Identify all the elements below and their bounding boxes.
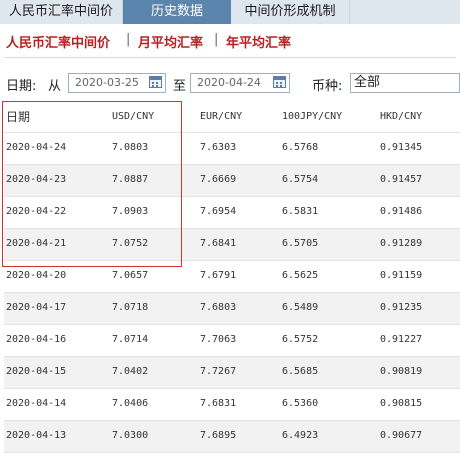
table-row: 2020-04-17 7.0718 7.6803 6.5489 0.91235 bbox=[4, 293, 460, 325]
subnav-rmb-midpoint[interactable]: 人民币汇率中间价 bbox=[6, 32, 110, 51]
cell-eur-cny: 7.6303 bbox=[200, 142, 237, 153]
subnav-separator: | bbox=[214, 32, 219, 47]
cell-100jpy-cny: 6.5752 bbox=[282, 334, 319, 345]
cell-100jpy-cny: 6.5685 bbox=[282, 366, 319, 377]
cell-eur-cny: 7.6841 bbox=[200, 238, 237, 249]
cell-usd-cny: 7.0887 bbox=[112, 174, 149, 185]
cell-hkd-cny: 0.91289 bbox=[380, 238, 423, 249]
cell-date: 2020-04-20 bbox=[6, 270, 67, 281]
currency-label: 币种: bbox=[312, 79, 343, 94]
tab-history-data[interactable]: 历史数据 bbox=[123, 0, 231, 24]
cell-hkd-cny: 0.90815 bbox=[380, 398, 423, 409]
cell-eur-cny: 7.6669 bbox=[200, 174, 237, 185]
currency-select[interactable]: 全部 bbox=[350, 73, 460, 93]
table-body: 2020-04-24 7.0803 7.6303 6.5768 0.91345 2020-… bbox=[4, 133, 460, 453]
table-row: 2020-04-21 7.0752 7.6841 6.5705 0.91289 bbox=[4, 229, 460, 261]
subnav-separator: | bbox=[126, 32, 131, 47]
cell-eur-cny: 7.6791 bbox=[200, 270, 237, 281]
cell-hkd-cny: 0.91159 bbox=[380, 270, 423, 281]
cell-100jpy-cny: 6.5768 bbox=[282, 142, 319, 153]
table-row: 2020-04-15 7.0402 7.7267 6.5685 0.90819 bbox=[4, 357, 460, 389]
cell-100jpy-cny: 6.5489 bbox=[282, 302, 319, 313]
cell-usd-cny: 7.0803 bbox=[112, 142, 149, 153]
cell-hkd-cny: 0.90677 bbox=[380, 430, 423, 441]
table-row: 2020-04-16 7.0714 7.7063 6.5752 0.91227 bbox=[4, 325, 460, 357]
tab-midpoint-mechanism[interactable]: 中间价形成机制 bbox=[231, 0, 349, 24]
tab-bar: 人民币汇率中间价 历史数据 中间价形成机制 bbox=[0, 0, 460, 24]
cell-100jpy-cny: 6.5831 bbox=[282, 206, 319, 217]
cell-date: 2020-04-21 bbox=[6, 238, 67, 249]
header-100jpy-cny: 100JPY/CNY bbox=[282, 111, 343, 122]
subnav-monthly-average[interactable]: 月平均汇率 bbox=[138, 32, 203, 51]
cell-date: 2020-04-22 bbox=[6, 206, 67, 217]
cell-date: 2020-04-14 bbox=[6, 398, 67, 409]
cell-100jpy-cny: 6.5754 bbox=[282, 174, 319, 185]
exchange-rate-table: 日期 USD/CNY EUR/CNY 100JPY/CNY HKD/CNY 20… bbox=[4, 102, 460, 453]
cell-eur-cny: 7.6831 bbox=[200, 398, 237, 409]
header-hkd-cny: HKD/CNY bbox=[380, 111, 423, 122]
tab-divider bbox=[349, 0, 350, 24]
cell-eur-cny: 7.7063 bbox=[200, 334, 237, 345]
calendar-icon[interactable] bbox=[149, 76, 162, 88]
cell-hkd-cny: 0.91486 bbox=[380, 206, 423, 217]
subnav-divider bbox=[4, 57, 456, 58]
cell-hkd-cny: 0.90819 bbox=[380, 366, 423, 377]
cell-date: 2020-04-24 bbox=[6, 142, 67, 153]
from-label: 从 bbox=[48, 79, 62, 94]
cell-hkd-cny: 0.91457 bbox=[380, 174, 423, 185]
cell-date: 2020-04-13 bbox=[6, 430, 67, 441]
cell-hkd-cny: 0.91235 bbox=[380, 302, 423, 313]
cell-date: 2020-04-23 bbox=[6, 174, 67, 185]
cell-100jpy-cny: 6.5705 bbox=[282, 238, 319, 249]
cell-100jpy-cny: 6.5360 bbox=[282, 398, 319, 409]
cell-eur-cny: 7.6895 bbox=[200, 430, 237, 441]
cell-eur-cny: 7.7267 bbox=[200, 366, 237, 377]
cell-usd-cny: 7.0402 bbox=[112, 366, 149, 377]
cell-eur-cny: 7.6954 bbox=[200, 206, 237, 217]
table-row: 2020-04-13 7.0300 7.6895 6.4923 0.90677 bbox=[4, 421, 460, 453]
cell-100jpy-cny: 6.5625 bbox=[282, 270, 319, 281]
table-row: 2020-04-24 7.0803 7.6303 6.5768 0.91345 bbox=[4, 133, 460, 165]
table-row: 2020-04-23 7.0887 7.6669 6.5754 0.91457 bbox=[4, 165, 460, 197]
table-row: 2020-04-22 7.0903 7.6954 6.5831 0.91486 bbox=[4, 197, 460, 229]
cell-usd-cny: 7.0657 bbox=[112, 270, 149, 281]
header-date: 日期 bbox=[6, 110, 31, 124]
table-row: 2020-04-20 7.0657 7.6791 6.5625 0.91159 bbox=[4, 261, 460, 293]
calendar-icon[interactable] bbox=[273, 76, 286, 88]
tab-rmb-midpoint[interactable]: 人民币汇率中间价 bbox=[0, 0, 122, 24]
cell-date: 2020-04-15 bbox=[6, 366, 67, 377]
sub-navigation: 人民币汇率中间价 | 月平均汇率 | 年平均汇率 bbox=[0, 30, 460, 54]
to-label: 至 bbox=[173, 79, 187, 94]
cell-hkd-cny: 0.91345 bbox=[380, 142, 423, 153]
cell-date: 2020-04-17 bbox=[6, 302, 67, 313]
cell-hkd-cny: 0.91227 bbox=[380, 334, 423, 345]
cell-usd-cny: 7.0718 bbox=[112, 302, 149, 313]
cell-usd-cny: 7.0714 bbox=[112, 334, 149, 345]
date-label: 日期: bbox=[6, 79, 37, 94]
cell-usd-cny: 7.0903 bbox=[112, 206, 149, 217]
table-header-row: 日期 USD/CNY EUR/CNY 100JPY/CNY HKD/CNY bbox=[4, 102, 460, 133]
subnav-yearly-average[interactable]: 年平均汇率 bbox=[226, 32, 291, 51]
header-eur-cny: EUR/CNY bbox=[200, 111, 243, 122]
cell-100jpy-cny: 6.4923 bbox=[282, 430, 319, 441]
cell-usd-cny: 7.0406 bbox=[112, 398, 149, 409]
table-row: 2020-04-14 7.0406 7.6831 6.5360 0.90815 bbox=[4, 389, 460, 421]
header-usd-cny: USD/CNY bbox=[112, 111, 155, 122]
cell-usd-cny: 7.0752 bbox=[112, 238, 149, 249]
cell-date: 2020-04-16 bbox=[6, 334, 67, 345]
cell-eur-cny: 7.6803 bbox=[200, 302, 237, 313]
cell-usd-cny: 7.0300 bbox=[112, 430, 149, 441]
